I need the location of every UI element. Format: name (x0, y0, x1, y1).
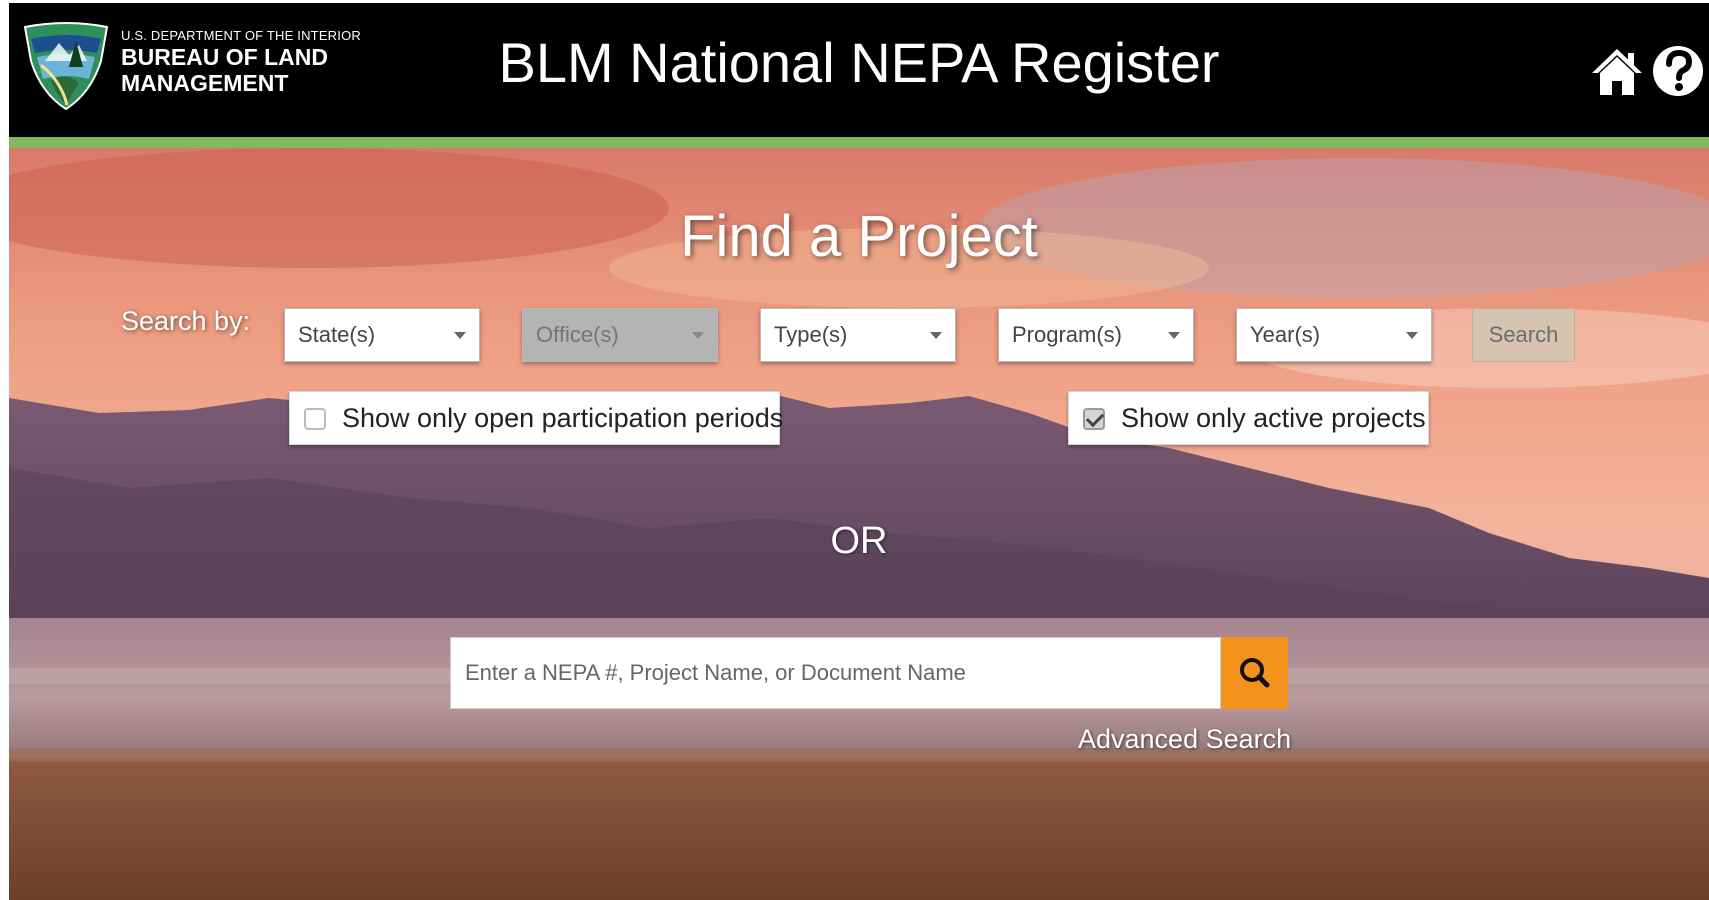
chevron-down-icon (1168, 332, 1180, 339)
filter-search-button[interactable]: Search (1472, 308, 1575, 362)
home-button[interactable] (1590, 43, 1644, 99)
app-frame: U.S. DEPARTMENT OF THE INTERIOR BUREAU O… (9, 3, 1709, 900)
program-filter-label: Program(s) (1012, 322, 1123, 347)
state-filter-dropdown[interactable]: State(s) (284, 308, 480, 362)
header-accent-stripe (9, 137, 1709, 148)
help-button[interactable] (1651, 43, 1705, 99)
search-by-label: Search by: (121, 306, 251, 336)
active-projects-label: Show only active projects (1121, 403, 1426, 433)
active-projects-option: Show only active projects (1068, 391, 1429, 445)
open-participation-label: Show only open participation periods (342, 403, 784, 433)
site-header: U.S. DEPARTMENT OF THE INTERIOR BUREAU O… (9, 3, 1709, 137)
type-filter-label: Type(s) (774, 322, 848, 347)
office-filter-dropdown: Office(s) (522, 308, 718, 362)
open-participation-option: Show only open participation periods (289, 391, 784, 445)
chevron-down-icon (454, 332, 466, 339)
office-filter-label: Office(s) (536, 322, 619, 347)
year-filter-label: Year(s) (1250, 322, 1321, 347)
help-icon (1653, 46, 1703, 96)
keyword-search-button[interactable] (1221, 637, 1288, 709)
chevron-down-icon (692, 332, 704, 339)
magnifier-icon (1240, 658, 1270, 688)
state-filter-label: State(s) (298, 322, 376, 347)
chevron-down-icon (1406, 332, 1418, 339)
find-project-title: Find a Project (680, 204, 1038, 269)
program-filter-dropdown[interactable]: Program(s) (998, 308, 1194, 362)
home-icon (1592, 49, 1642, 95)
chevron-down-icon (930, 332, 942, 339)
keyword-search-input[interactable] (450, 637, 1221, 709)
type-filter-dropdown[interactable]: Type(s) (760, 308, 956, 362)
active-projects-checkbox[interactable] (1083, 408, 1105, 430)
hero-search-panel: Find a Project Search by: State(s) Offic… (9, 148, 1709, 900)
app-title: BLM National NEPA Register (498, 31, 1220, 94)
open-participation-checkbox[interactable] (304, 408, 326, 430)
or-divider: OR (830, 520, 888, 562)
year-filter-dropdown[interactable]: Year(s) (1236, 308, 1432, 362)
advanced-search-link[interactable]: Advanced Search (1078, 724, 1291, 755)
